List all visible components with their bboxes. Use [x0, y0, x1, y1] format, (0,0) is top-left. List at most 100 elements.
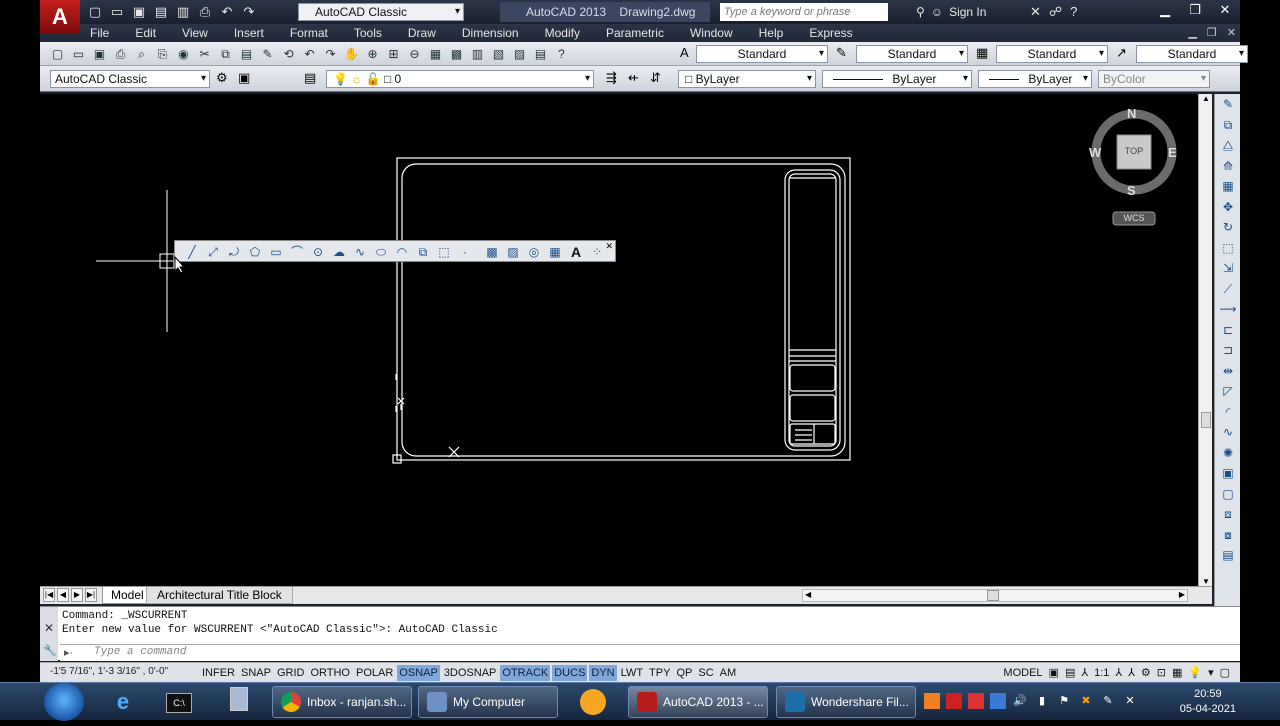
- toggle-qp[interactable]: QP: [674, 665, 694, 681]
- help-icon[interactable]: ?: [552, 45, 571, 63]
- menu-view[interactable]: View: [182, 24, 208, 42]
- draworder-front-icon[interactable]: ▣: [1217, 463, 1239, 484]
- isolate-objects-icon[interactable]: 💡: [1188, 665, 1202, 681]
- scroll-down-icon[interactable]: ▼: [1202, 577, 1210, 586]
- horizontal-scrollbar[interactable]: ◀ ▶: [802, 589, 1188, 602]
- scroll-left-icon[interactable]: ◀: [805, 590, 811, 599]
- rotate-icon[interactable]: ↻: [1217, 217, 1239, 238]
- vertical-scroll-thumb[interactable]: [1201, 412, 1211, 428]
- save-icon[interactable]: ▣: [90, 45, 109, 63]
- app-circle-icon[interactable]: [570, 687, 616, 717]
- toolbar-close-icon[interactable]: ✕: [605, 241, 613, 252]
- open-icon[interactable]: ▭: [69, 45, 88, 63]
- toggle-lwt[interactable]: LWT: [619, 665, 645, 681]
- plot-preview-icon[interactable]: ⌕: [132, 45, 151, 63]
- calculator-icon[interactable]: [216, 687, 262, 717]
- toolbar-lock-icon[interactable]: ▣: [238, 70, 250, 86]
- clean-screen-icon[interactable]: ▢: [1220, 665, 1230, 681]
- doc-close-icon[interactable]: ✕: [1227, 24, 1236, 42]
- toggle-tpy[interactable]: TPY: [647, 665, 672, 681]
- hardware-acceleration-icon[interactable]: ▦: [1172, 665, 1182, 681]
- scale-icon[interactable]: ⬚: [1217, 238, 1239, 259]
- toggle-polar[interactable]: POLAR: [354, 665, 395, 681]
- menu-help[interactable]: Help: [759, 24, 784, 42]
- first-tab-icon[interactable]: |◀: [43, 588, 55, 602]
- zoom-window-icon[interactable]: ⊞: [384, 45, 403, 63]
- hatch-icon[interactable]: ▩: [483, 243, 501, 261]
- stay-connected-icon[interactable]: ☍: [1049, 3, 1062, 21]
- stretch-icon[interactable]: ⇲: [1217, 258, 1239, 279]
- undo-icon[interactable]: ↶: [218, 3, 236, 21]
- annotation-visibility-icon[interactable]: ⅄: [1115, 665, 1122, 681]
- compass-east[interactable]: E: [1168, 145, 1177, 160]
- layer-dropdown[interactable]: 💡 ☼ 🔓 □ 0: [326, 70, 594, 88]
- close-icon[interactable]: ✕: [1210, 0, 1240, 20]
- arc-icon[interactable]: ⌒: [288, 243, 306, 261]
- draworder-back-icon[interactable]: ▢: [1217, 484, 1239, 505]
- menu-express[interactable]: Express: [809, 24, 852, 42]
- workspace-toolbar-dropdown[interactable]: AutoCAD Classic: [50, 70, 210, 88]
- toggle-3dosnap[interactable]: 3DOSNAP: [442, 665, 499, 681]
- fillet-icon[interactable]: ◜: [1217, 402, 1239, 423]
- keyword-search-input[interactable]: Type a keyword or phrase: [720, 3, 888, 21]
- save-as-icon[interactable]: ▤: [152, 3, 170, 21]
- publish-icon[interactable]: ⎘: [153, 45, 172, 63]
- toolbar-lock-status-icon[interactable]: ⊡: [1157, 665, 1166, 681]
- multiline-text-icon[interactable]: A: [567, 243, 585, 261]
- layer-properties-icon[interactable]: ▤: [304, 70, 316, 86]
- taskbar-my-computer[interactable]: My Computer: [418, 686, 558, 718]
- internet-explorer-icon[interactable]: e: [100, 687, 146, 717]
- menu-modify[interactable]: Modify: [545, 24, 580, 42]
- tray-pen-icon[interactable]: ✎: [1100, 693, 1116, 709]
- ellipse-arc-icon[interactable]: ◠: [393, 243, 411, 261]
- doc-restore-icon[interactable]: ❐: [1207, 24, 1217, 42]
- mleader-style-dropdown[interactable]: Standard: [1136, 45, 1248, 63]
- toggle-otrack[interactable]: OTRACK: [500, 665, 551, 681]
- command-close-icon[interactable]: ✕: [44, 621, 54, 635]
- menu-window[interactable]: Window: [690, 24, 733, 42]
- properties-icon[interactable]: ▦: [426, 45, 445, 63]
- tray-red-icon[interactable]: [968, 693, 984, 709]
- save-icon[interactable]: ▣: [130, 3, 148, 21]
- match-properties-icon[interactable]: ✎: [258, 45, 277, 63]
- text-style-dropdown[interactable]: Standard: [696, 45, 828, 63]
- new-icon[interactable]: ▢: [48, 45, 67, 63]
- last-tab-icon[interactable]: ▶|: [85, 588, 97, 602]
- toggle-infer[interactable]: INFER: [200, 665, 237, 681]
- sheet-set-icon[interactable]: ▧: [489, 45, 508, 63]
- minimize-icon[interactable]: ▁: [1150, 0, 1180, 20]
- command-customize-icon[interactable]: 🔧: [43, 644, 57, 657]
- toggle-ortho[interactable]: ORTHO: [308, 665, 352, 681]
- vertical-scrollbar[interactable]: ▲ ▼: [1198, 94, 1212, 586]
- plot-icon[interactable]: ⎙: [196, 3, 214, 21]
- toggle-ducs[interactable]: DUCS: [552, 665, 588, 681]
- add-selected-icon[interactable]: ⁘: [588, 243, 606, 261]
- scroll-right-icon[interactable]: ▶: [1179, 590, 1185, 599]
- auto-scale-icon[interactable]: ⅄: [1128, 665, 1135, 681]
- ellipse-icon[interactable]: ⬭: [372, 243, 390, 261]
- horizontal-scroll-thumb[interactable]: [987, 590, 999, 601]
- menu-dimension[interactable]: Dimension: [462, 24, 519, 42]
- toggle-snap[interactable]: SNAP: [239, 665, 273, 681]
- doc-minimize-icon[interactable]: ▁: [1188, 24, 1196, 42]
- copy-icon[interactable]: ⧉: [216, 45, 235, 63]
- network-icon[interactable]: ▮: [1034, 693, 1050, 709]
- tray-recorder-icon[interactable]: [946, 693, 962, 709]
- spline-icon[interactable]: ∿: [351, 243, 369, 261]
- menu-edit[interactable]: Edit: [135, 24, 156, 42]
- block-editor-icon[interactable]: ⟲: [279, 45, 298, 63]
- menu-insert[interactable]: Insert: [234, 24, 264, 42]
- viewcube-face-label[interactable]: TOP: [1122, 146, 1146, 156]
- insert-block-icon[interactable]: ⧉: [414, 243, 432, 261]
- draworder-below-icon[interactable]: ⧇: [1217, 525, 1239, 546]
- design-center-icon[interactable]: ▩: [447, 45, 466, 63]
- layer-previous-icon[interactable]: ⇷: [628, 70, 639, 86]
- draworder-text-icon[interactable]: ▤: [1217, 545, 1239, 566]
- help-icon[interactable]: ?: [1070, 3, 1077, 21]
- tray-no-network-icon[interactable]: ✕: [1122, 693, 1138, 709]
- polyline-icon[interactable]: ⤾: [225, 243, 243, 261]
- exchange-icon[interactable]: ✕: [1030, 3, 1041, 21]
- action-center-icon[interactable]: ⚑: [1056, 693, 1072, 709]
- sign-in-button[interactable]: ⚲ ☺ Sign In: [916, 3, 986, 21]
- pan-icon[interactable]: ✋: [342, 45, 361, 63]
